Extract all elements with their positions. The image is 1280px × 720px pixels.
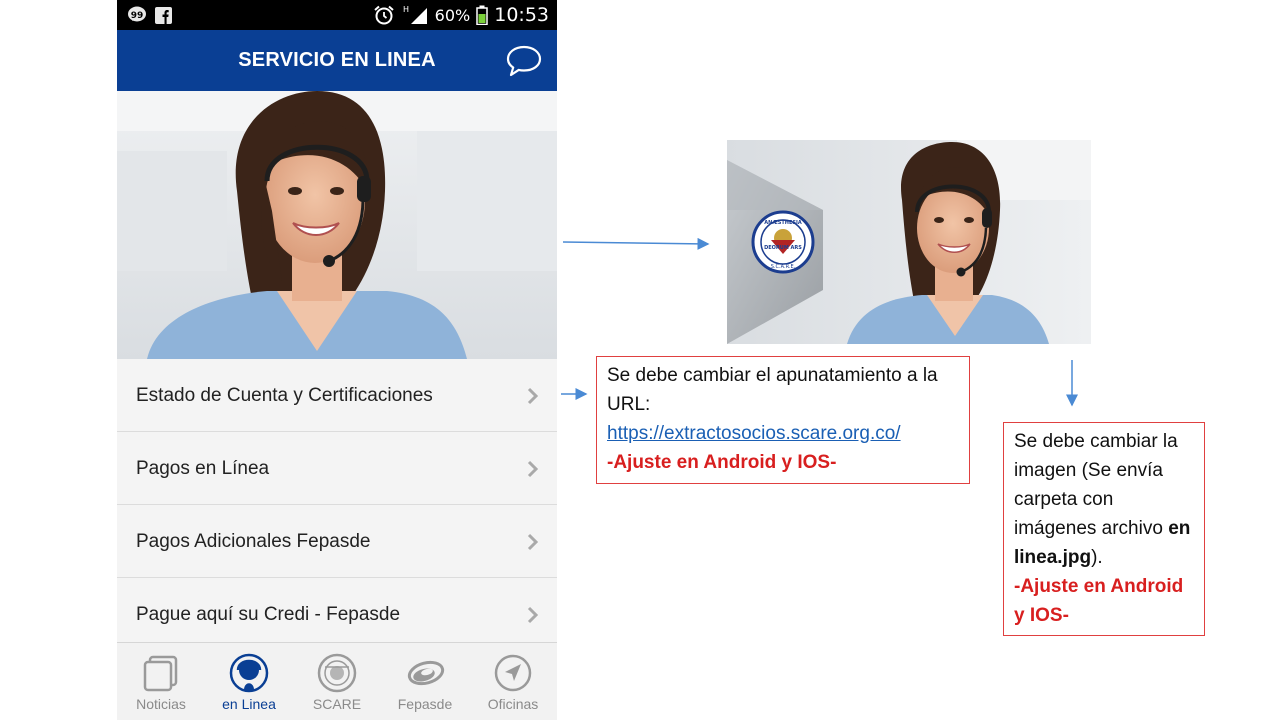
tab-fepasde[interactable]: Fepasde	[381, 643, 469, 720]
svg-text:99: 99	[131, 11, 144, 21]
chevron-right-icon	[527, 533, 539, 551]
chevron-right-icon	[527, 460, 539, 478]
note-text-end: ).	[1091, 547, 1103, 568]
tab-noticias[interactable]: Noticias	[117, 643, 205, 720]
chevron-right-icon	[527, 606, 539, 624]
menu-item-label: Pagos en Línea	[136, 458, 270, 479]
url-link[interactable]: https://extractosocios.scare.org.co/	[607, 423, 901, 444]
scare-seal-icon	[317, 653, 357, 693]
annotation-image-change: Se debe cambiar la imagen (Se envía carp…	[1003, 422, 1205, 636]
menu-item-label: Pague aquí su Credi - Fepasde	[136, 604, 401, 625]
menu-item-label: Estado de Cuenta y Certificaciones	[136, 385, 433, 406]
battery-icon	[476, 5, 488, 25]
annotation-url-change: Se debe cambiar el apunatamiento a la UR…	[596, 356, 970, 484]
menu-item-pagos-en-linea[interactable]: Pagos en Línea	[117, 432, 557, 505]
chevron-right-icon	[527, 387, 539, 405]
tab-scare[interactable]: SCARE	[293, 643, 381, 720]
tab-label: en Linea	[222, 696, 276, 712]
seal-text-band: DEORUM ARS	[764, 245, 802, 251]
tab-label: SCARE	[312, 696, 362, 712]
network-type-label: H	[403, 5, 409, 14]
status-time: 10:53	[494, 4, 549, 26]
seal-text-bottom: S.C.A.R.E.	[771, 264, 796, 270]
platform-note: -Ajuste en Android y IOS-	[1014, 576, 1184, 626]
alarm-icon	[374, 5, 394, 25]
hero-image	[117, 91, 557, 359]
new-hero-image: DEORUM ARS ANÆSTHESIA S.C.A.R.E.	[727, 140, 1091, 344]
menu-item-estado-cuenta[interactable]: Estado de Cuenta y Certificaciones	[117, 359, 557, 432]
battery-percent: 60%	[434, 5, 471, 25]
tab-label: Fepasde	[397, 696, 453, 712]
agent-headset-icon	[229, 653, 269, 693]
seal-text-top: ANÆSTHESIA	[764, 220, 802, 226]
menu-item-pagos-adicionales[interactable]: Pagos Adicionales Fepasde	[117, 505, 557, 578]
menu-list: Estado de Cuenta y Certificaciones Pagos…	[117, 359, 557, 651]
news-icon	[143, 655, 178, 692]
tab-en-linea[interactable]: en Linea	[205, 643, 293, 720]
arrow-hero-to-new-image	[562, 237, 710, 250]
facebook-icon	[155, 6, 172, 24]
messenger-icon: 99	[128, 6, 146, 22]
tab-label: Noticias	[136, 696, 186, 712]
platform-note: -Ajuste en Android y IOS-	[607, 452, 837, 473]
bottom-tab-bar: Noticias en Linea SCARE Fepasde Oficinas	[117, 642, 557, 720]
page-title: SERVICIO EN LINEA	[238, 49, 436, 71]
location-arrow-icon	[494, 654, 532, 692]
status-bar: 99 H 60% 10:53	[117, 0, 557, 30]
fepasde-logo-icon	[407, 660, 445, 686]
app-bar: SERVICIO EN LINEA	[117, 30, 557, 91]
chat-bubble-icon[interactable]	[505, 44, 543, 78]
menu-item-credi-fepasde[interactable]: Pague aquí su Credi - Fepasde	[117, 578, 557, 651]
note-text: Se debe cambiar la imagen (Se envía carp…	[1014, 431, 1178, 539]
tab-label: Oficinas	[487, 696, 539, 712]
phone-screenshot: 99 H 60% 10:53 SERVICIO EN LINEA Estado …	[117, 0, 557, 720]
note-text: Se debe cambiar el apunatamiento a la UR…	[607, 365, 938, 415]
signal-icon: H	[403, 5, 427, 24]
tab-oficinas[interactable]: Oficinas	[469, 643, 557, 720]
menu-item-label: Pagos Adicionales Fepasde	[136, 531, 371, 552]
